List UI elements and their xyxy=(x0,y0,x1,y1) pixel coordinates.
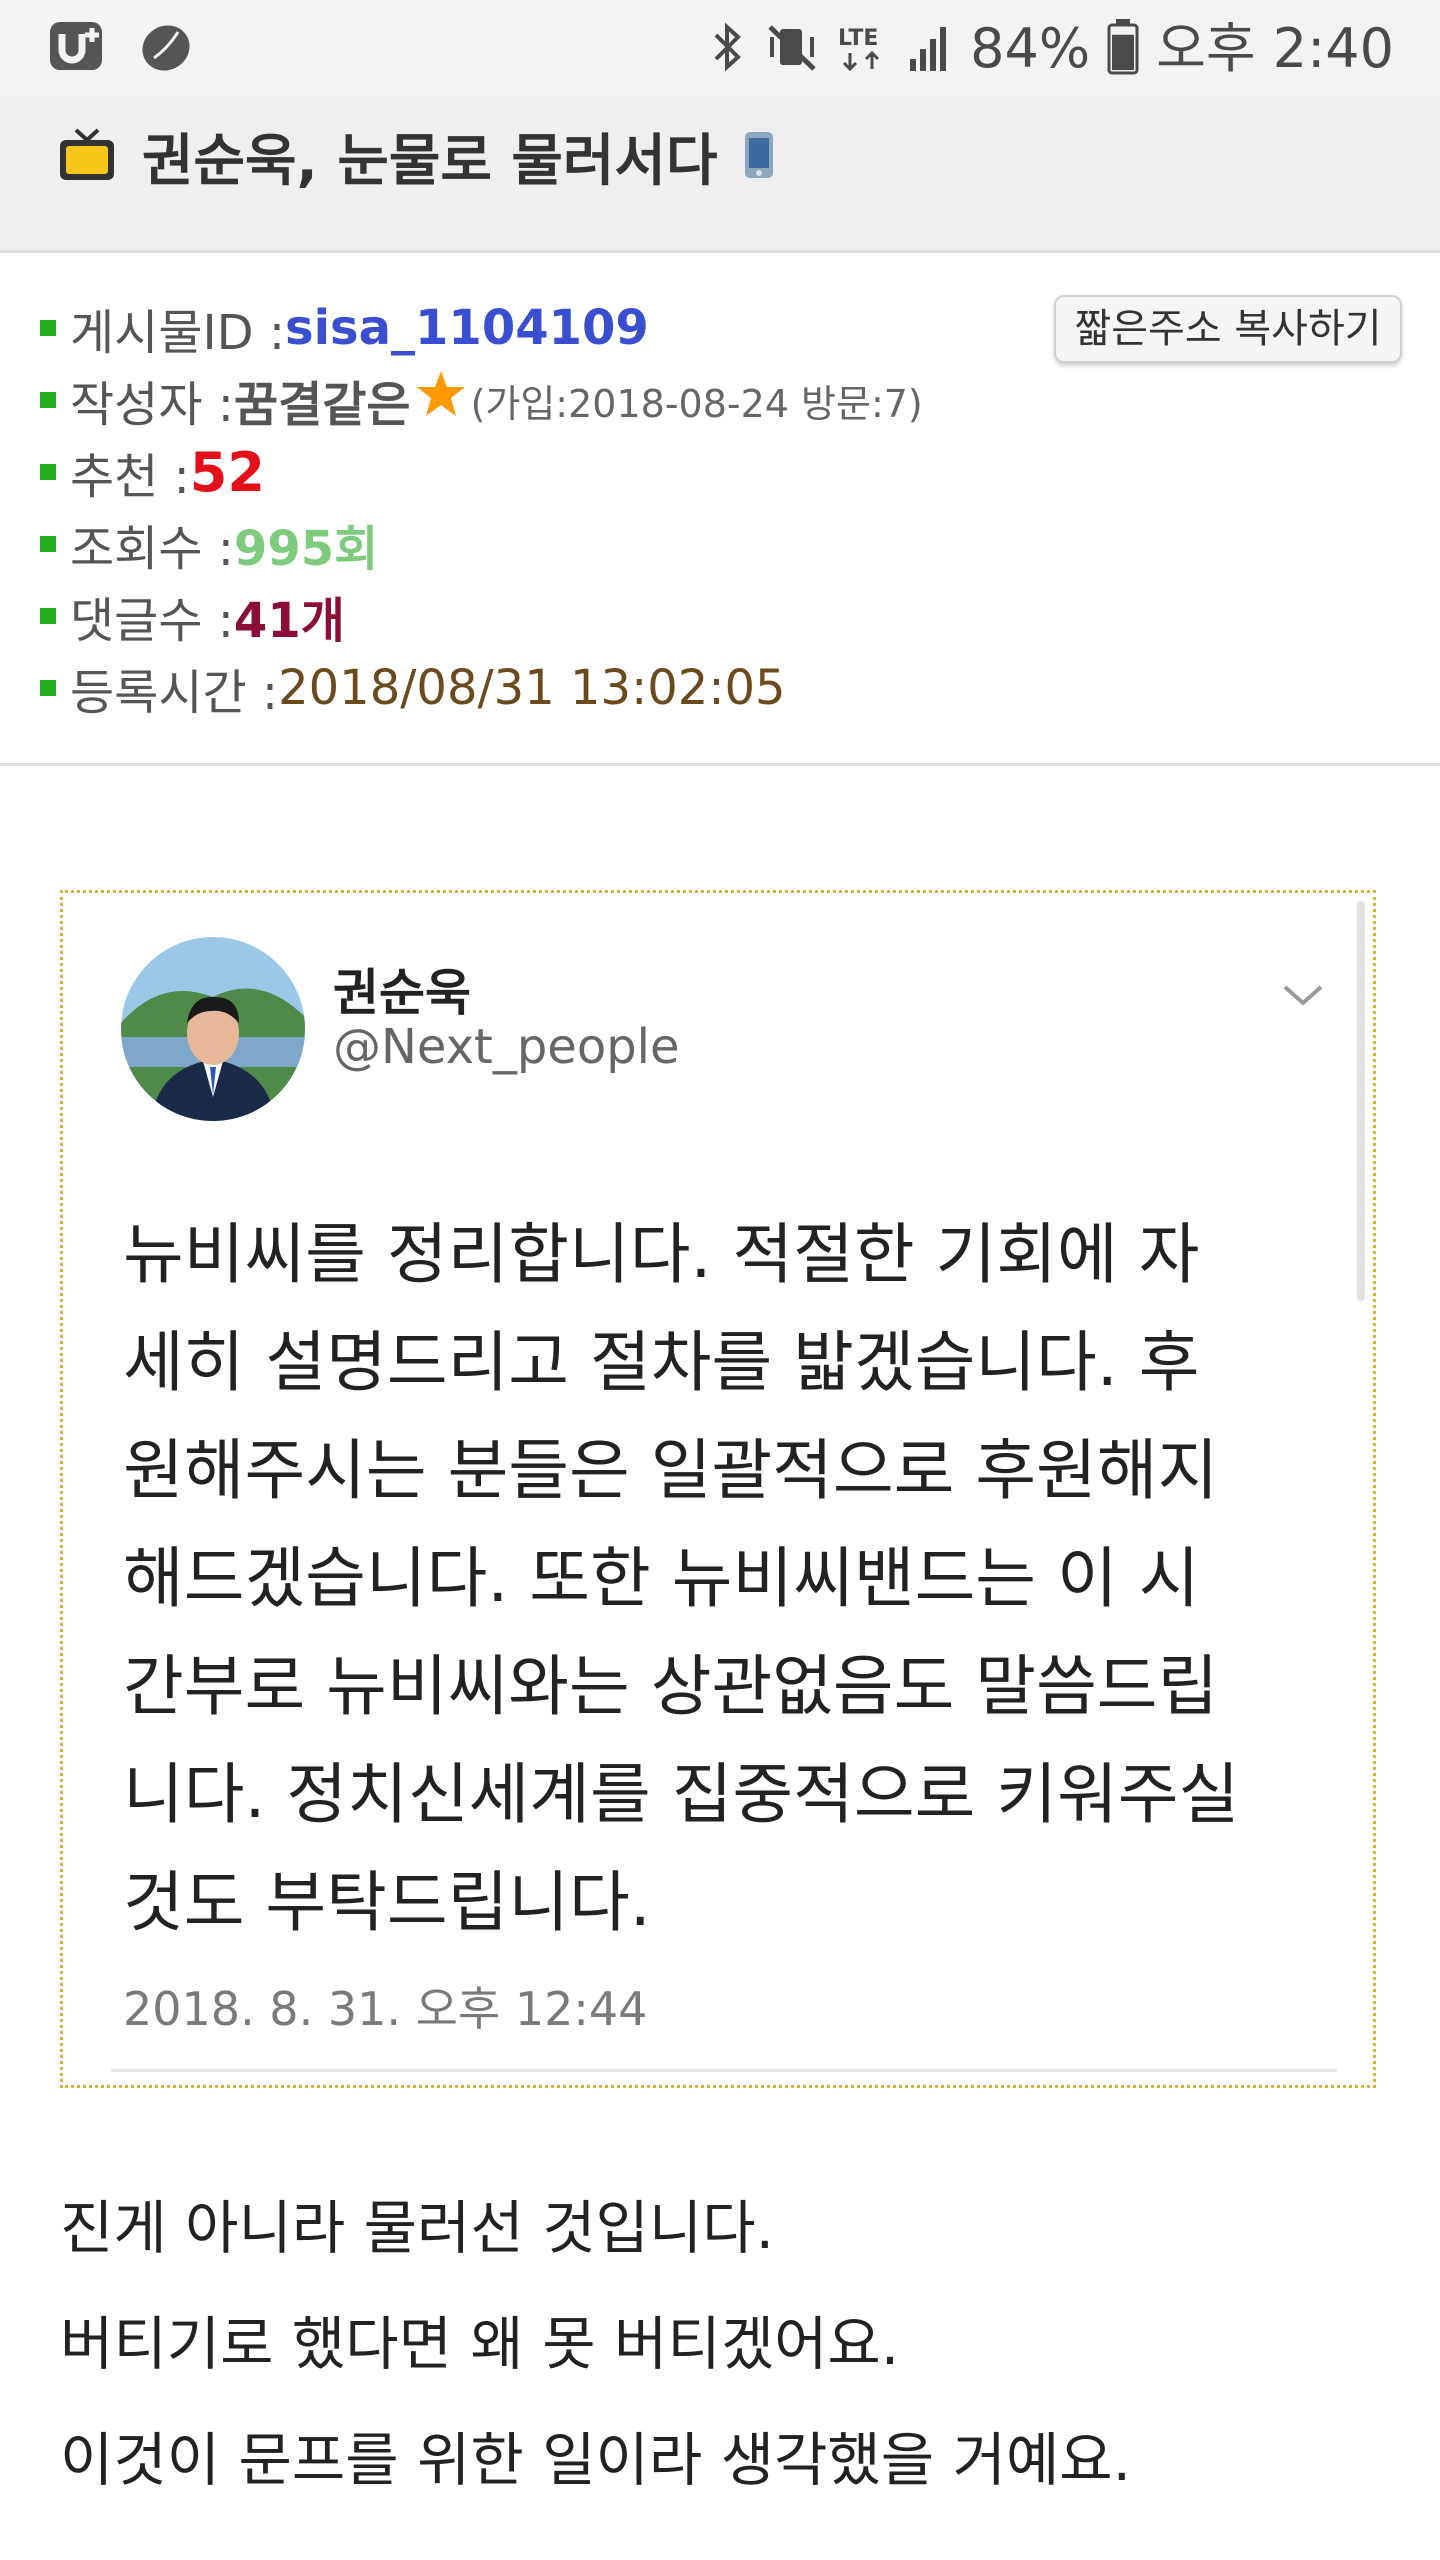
registered-label: 등록시간 : xyxy=(70,665,279,721)
chevron-down-icon[interactable] xyxy=(1281,981,1325,1013)
views-count: 995회 xyxy=(233,521,379,577)
vibrate-mute-icon xyxy=(764,19,820,79)
tweet-text: 뉴비씨를 정리합니다. 적절한 기회에 자 세히 설명드리고 절차를 밟겠습니다… xyxy=(123,1201,1353,1957)
post-body-line: 이것이 문프를 위한 일이라 생각했을 거예요. xyxy=(60,2426,1132,2494)
meta-row-author: 작성자 : 꿈결같은 (가입:2018-08-24 방문:7) xyxy=(40,365,923,435)
copy-short-url-button[interactable]: 짧은주소 복사하기 xyxy=(1054,295,1402,363)
tweet-author-name[interactable]: 권순욱 xyxy=(333,953,471,1025)
star-icon xyxy=(415,368,467,432)
bullet-icon xyxy=(40,536,56,552)
author-label: 작성자 : xyxy=(70,377,234,433)
post-body-line: 버티기로 했다면 왜 못 버티겠어요. xyxy=(60,2310,900,2378)
post-id-link[interactable]: sisa_1104109 xyxy=(285,300,649,356)
post-body: 진게 아니라 물러선 것입니다. 버티기로 했다면 왜 못 버티겠어요. 이것이… xyxy=(60,2170,1131,2518)
bullet-icon xyxy=(40,464,56,480)
tweet-text-line: 해드겠습니다. 또한 뉴비씨밴드는 이 시 xyxy=(123,1540,1200,1617)
author-join-info: (가입:2018-08-24 방문:7) xyxy=(470,381,923,426)
comments-count[interactable]: 41개 xyxy=(234,581,345,651)
lte-icon: LTE xyxy=(836,19,890,79)
author-name-link[interactable]: 꿈결같은 xyxy=(234,365,411,435)
registered-time: 2018/08/31 13:02:05 xyxy=(278,660,786,716)
recommend-label: 추천 : xyxy=(70,449,190,505)
tweet-text-line: 간부로 뉴비씨와는 상관없음도 말씀드립 xyxy=(123,1648,1219,1725)
tweet-divider xyxy=(111,2069,1337,2072)
tweet-text-line: 니다. 정치신세계를 집중적으로 키워주실 xyxy=(123,1756,1240,1833)
bullet-icon xyxy=(40,392,56,408)
post-id-label: 게시물ID : xyxy=(70,305,286,361)
meta-row-recommend: 추천 : 52 xyxy=(40,437,265,507)
views-label: 조회수 : xyxy=(70,521,234,577)
battery-percent: 84% xyxy=(970,17,1091,80)
tweet-card[interactable]: 권순욱 @Next_people 뉴비씨를 정리합니다. 적절한 기회에 자 세… xyxy=(71,901,1371,2081)
post-body-line: 진게 아니라 물러선 것입니다. xyxy=(60,2194,775,2262)
bullet-icon xyxy=(40,608,56,624)
signal-icon xyxy=(906,19,954,79)
page-title: 권순욱, 눈물로 물러서다 xyxy=(142,129,718,194)
tweet-text-line: 세히 설명드리고 절차를 밟겠습니다. 후 xyxy=(123,1324,1200,1401)
tweet-timestamp[interactable]: 2018. 8. 31. 오후 12:44 xyxy=(123,1973,647,2039)
shield-leaf-icon xyxy=(138,18,194,78)
avatar[interactable] xyxy=(121,937,305,1121)
mobile-icon xyxy=(741,130,777,184)
meta-row-views: 조회수 : 995회 xyxy=(40,509,378,579)
post-meta: 짧은주소 복사하기 게시물ID : sisa_1104109 작성자 : 꿈결같… xyxy=(0,253,1440,766)
tweet-text-line: 원해주시는 분들은 일괄적으로 후원해지 xyxy=(123,1432,1219,1509)
status-left-icons xyxy=(48,18,194,78)
embedded-tweet-frame: 권순욱 @Next_people 뉴비씨를 정리합니다. 적절한 기회에 자 세… xyxy=(60,890,1376,2088)
meta-row-comments: 댓글수 : 41개 xyxy=(40,581,345,651)
svg-text:LTE: LTE xyxy=(838,26,878,51)
bullet-icon xyxy=(40,320,56,336)
bluetooth-icon xyxy=(708,19,748,79)
comments-label: 댓글수 : xyxy=(70,593,234,649)
meta-row-registered: 등록시간 : 2018/08/31 13:02:05 xyxy=(40,653,786,723)
post-title-bar: 권순욱, 눈물로 물러서다 xyxy=(0,96,1440,253)
bullet-icon xyxy=(40,680,56,696)
tweet-scrollbar[interactable] xyxy=(1357,901,1365,1301)
recommend-count: 52 xyxy=(189,440,265,504)
status-bar: LTE 84% 오후 2:40 xyxy=(0,0,1440,96)
status-right: LTE 84% 오후 2:40 xyxy=(708,14,1394,84)
tv-icon xyxy=(56,126,118,188)
tweet-text-line: 뉴비씨를 정리합니다. 적절한 기회에 자 xyxy=(123,1216,1200,1293)
tweet-author-handle[interactable]: @Next_people xyxy=(333,1019,680,1075)
u-plus-icon xyxy=(48,18,112,78)
tweet-text-line: 것도 부탁드립니다. xyxy=(123,1864,651,1941)
meta-row-post-id: 게시물ID : sisa_1104109 xyxy=(40,293,649,363)
battery-icon xyxy=(1106,17,1140,81)
clock: 오후 2:40 xyxy=(1156,17,1394,80)
